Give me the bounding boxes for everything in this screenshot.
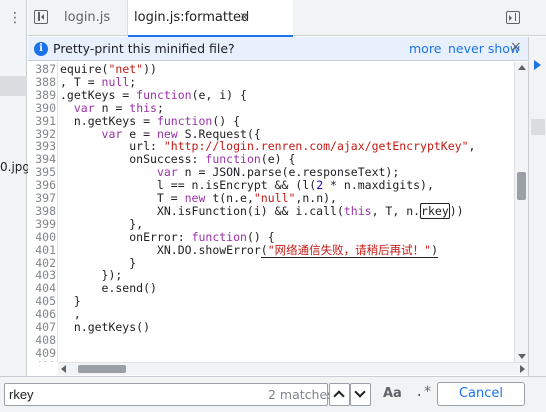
code-line[interactable]: 404 e.send() (28, 282, 528, 295)
match-count: 2 matches (268, 387, 334, 402)
selected-file-row[interactable] (0, 76, 27, 96)
vertical-scrollbar[interactable] (514, 62, 528, 362)
tab-label: login.js:formatted (134, 10, 250, 25)
line-number[interactable]: 401 (28, 243, 56, 257)
code-line[interactable]: 405 } (28, 295, 528, 308)
line-number[interactable]: 391 (28, 114, 56, 128)
scroll-down-icon[interactable] (518, 354, 526, 359)
line-number[interactable]: 388 (28, 75, 56, 89)
line-number[interactable]: 410 (28, 359, 56, 362)
left-panel-strip: ⋮ 0.jpg (0, 0, 30, 412)
file-name-snippet[interactable]: 0.jpg (0, 160, 30, 174)
cancel-button[interactable]: Cancel (437, 382, 525, 406)
chevron-up-icon (333, 390, 345, 402)
kebab-menu-icon[interactable]: ⋮ (8, 10, 22, 26)
scroll-left-icon[interactable] (61, 365, 66, 373)
close-tab-icon[interactable]: × (239, 0, 250, 36)
regex-button[interactable]: .* (415, 384, 432, 400)
panel-marker (531, 119, 545, 135)
close-infobar-icon[interactable]: × (510, 39, 522, 55)
right-panel-strip (528, 37, 546, 412)
toggle-debugger-icon[interactable] (506, 11, 520, 24)
code-text: n.getKeys() (60, 320, 151, 334)
code-text: onError: function() { (60, 229, 275, 244)
code-line[interactable]: 409 (28, 346, 528, 360)
code-line[interactable]: 399 }, (28, 216, 528, 231)
line-number[interactable]: 390 (28, 101, 56, 115)
pretty-print-infobar: i Pretty-print this minified file? more … (28, 37, 528, 61)
horizontal-scroll-thumb[interactable] (78, 365, 126, 373)
line-number[interactable]: 408 (28, 333, 56, 347)
code-line[interactable]: 398 XN.isFunction(i) && i.call(this, T, … (28, 202, 528, 219)
code-line[interactable]: 408 (28, 333, 528, 347)
tab-label: login.js (64, 10, 111, 25)
match-case-button[interactable]: Aa (383, 386, 402, 401)
more-link[interactable]: more (409, 41, 441, 56)
previous-match-button[interactable] (329, 383, 350, 406)
line-number[interactable]: 409 (28, 346, 56, 360)
expand-arrow-icon[interactable] (534, 60, 541, 70)
infobar-message: Pretty-print this minified file? (53, 41, 235, 56)
line-number[interactable]: 389 (28, 88, 56, 102)
code-text: }, (60, 216, 144, 231)
code-line[interactable]: 407 n.getKeys() (28, 321, 528, 334)
code-editor[interactable]: 387 equire("net")) 388, T = null; 389 .getKe… (28, 62, 528, 362)
tab-login-js[interactable]: login.js (58, 0, 128, 36)
code-text: var n = this; (73, 100, 164, 115)
code-text: , T = null; (60, 74, 137, 89)
scroll-right-icon[interactable] (520, 365, 525, 373)
code-text: XN.DO.showError("网络通信失败，请稍后再试！") (60, 242, 439, 258)
chevron-down-icon (354, 386, 366, 398)
code-line[interactable]: 390 var n = this; (28, 100, 528, 115)
code-line[interactable]: 401 XN.DO.showError("网络通信失败，请稍后再试！") (28, 242, 528, 258)
search-bar: 2 matches Aa .* Cancel (0, 376, 546, 412)
info-icon: i (34, 42, 48, 56)
horizontal-scrollbar[interactable] (58, 362, 528, 375)
line-number[interactable]: 399 (28, 217, 56, 231)
scroll-up-icon[interactable] (518, 65, 526, 70)
code-line[interactable]: 389 .getKeys = function(e, i) { (28, 88, 528, 102)
code-line[interactable]: 388 , T = null; (28, 74, 528, 89)
editor-tab-bar: login.js login.js:formatted × (28, 0, 546, 37)
next-match-button[interactable] (350, 383, 371, 406)
line-number[interactable]: 400 (28, 230, 56, 244)
tab-login-js-formatted[interactable]: login.js:formatted × (128, 0, 293, 37)
line-number[interactable]: 398 (28, 204, 56, 218)
code-text: XN.isFunction(i) && i.call(this, T, n.rk… (60, 202, 464, 219)
vertical-scroll-thumb[interactable] (517, 172, 526, 200)
toggle-navigator-icon[interactable] (34, 10, 48, 24)
code-text: n.getKeys = function() { (60, 113, 241, 128)
